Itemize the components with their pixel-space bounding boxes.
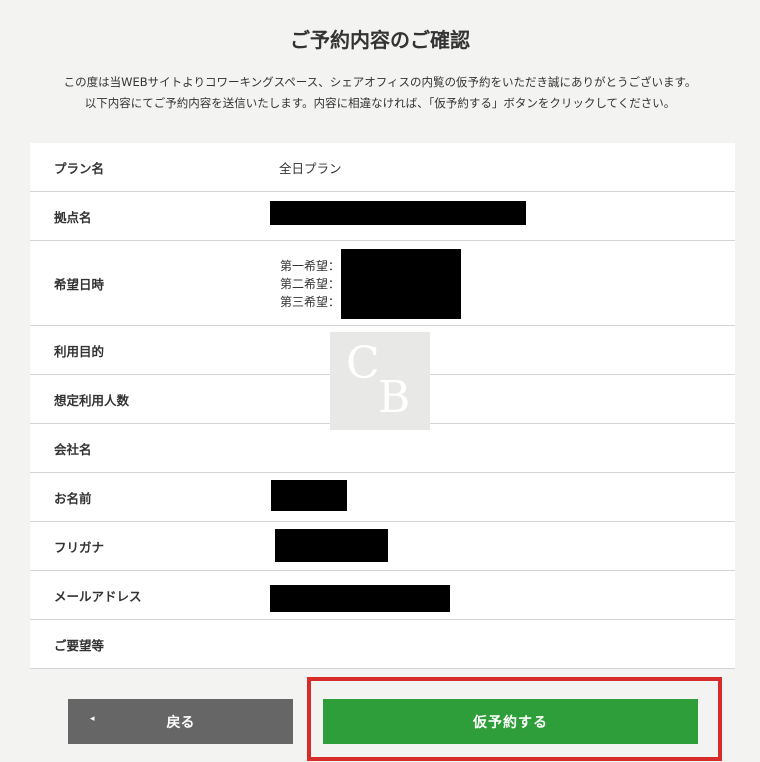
row-label-email: メールアドレス xyxy=(54,588,142,604)
hope-date-list: 第一希望： 第二希望： 第三希望： xyxy=(280,257,340,311)
redacted-furigana xyxy=(275,529,388,562)
watermark-letter-b: B xyxy=(378,372,411,423)
watermark-logo: C B xyxy=(330,332,430,430)
row-datetime: 希望日時 第一希望： 第二希望： 第三希望： xyxy=(30,241,735,326)
redacted-location xyxy=(270,201,526,225)
row-company: 会社名 xyxy=(30,424,735,473)
redacted-email xyxy=(270,585,450,612)
redacted-name xyxy=(271,480,347,511)
hope-first: 第一希望： xyxy=(280,259,341,273)
row-label-purpose: 利用目的 xyxy=(54,343,105,359)
row-label-company: 会社名 xyxy=(54,441,92,457)
row-label-location: 拠点名 xyxy=(54,209,92,225)
hope-third: 第三希望： xyxy=(280,295,341,309)
intro-text: この度は当WEBサイトよりコワーキングスペース、シェアオフィスの内覧の仮予約をい… xyxy=(0,72,760,114)
row-label-people: 想定利用人数 xyxy=(54,392,130,408)
row-plan: プラン名 全日プラン xyxy=(30,143,735,192)
watermark-letter-c: C xyxy=(346,338,380,389)
intro-line-1: この度は当WEBサイトよりコワーキングスペース、シェアオフィスの内覧の仮予約をい… xyxy=(63,75,697,89)
hope-second: 第二希望： xyxy=(280,277,341,291)
page-title: ご予約内容のご確認 xyxy=(290,28,470,52)
row-location: 拠点名 xyxy=(30,192,735,241)
row-value-plan: 全日プラン xyxy=(279,160,342,176)
intro-line-2: 以下内容にてご予約内容を送信いたします。内容に相違なければ、「仮予約する」ボタン… xyxy=(84,96,676,110)
row-name: お名前 xyxy=(30,473,735,522)
row-label-datetime: 希望日時 xyxy=(54,276,105,292)
submit-reservation-button[interactable]: 仮予約する xyxy=(323,699,698,744)
row-furigana: フリガナ xyxy=(30,522,735,571)
back-button-label: 戻る xyxy=(166,715,195,731)
row-label-request: ご要望等 xyxy=(54,637,105,653)
redacted-datetime xyxy=(341,249,461,319)
row-request: ご要望等 xyxy=(30,620,735,669)
row-label-name: お名前 xyxy=(54,490,92,506)
back-button[interactable]: ◂ 戻る xyxy=(68,699,293,744)
row-email: メールアドレス xyxy=(30,571,735,620)
row-label-furigana: フリガナ xyxy=(54,539,105,555)
row-label-plan: プラン名 xyxy=(54,160,105,176)
